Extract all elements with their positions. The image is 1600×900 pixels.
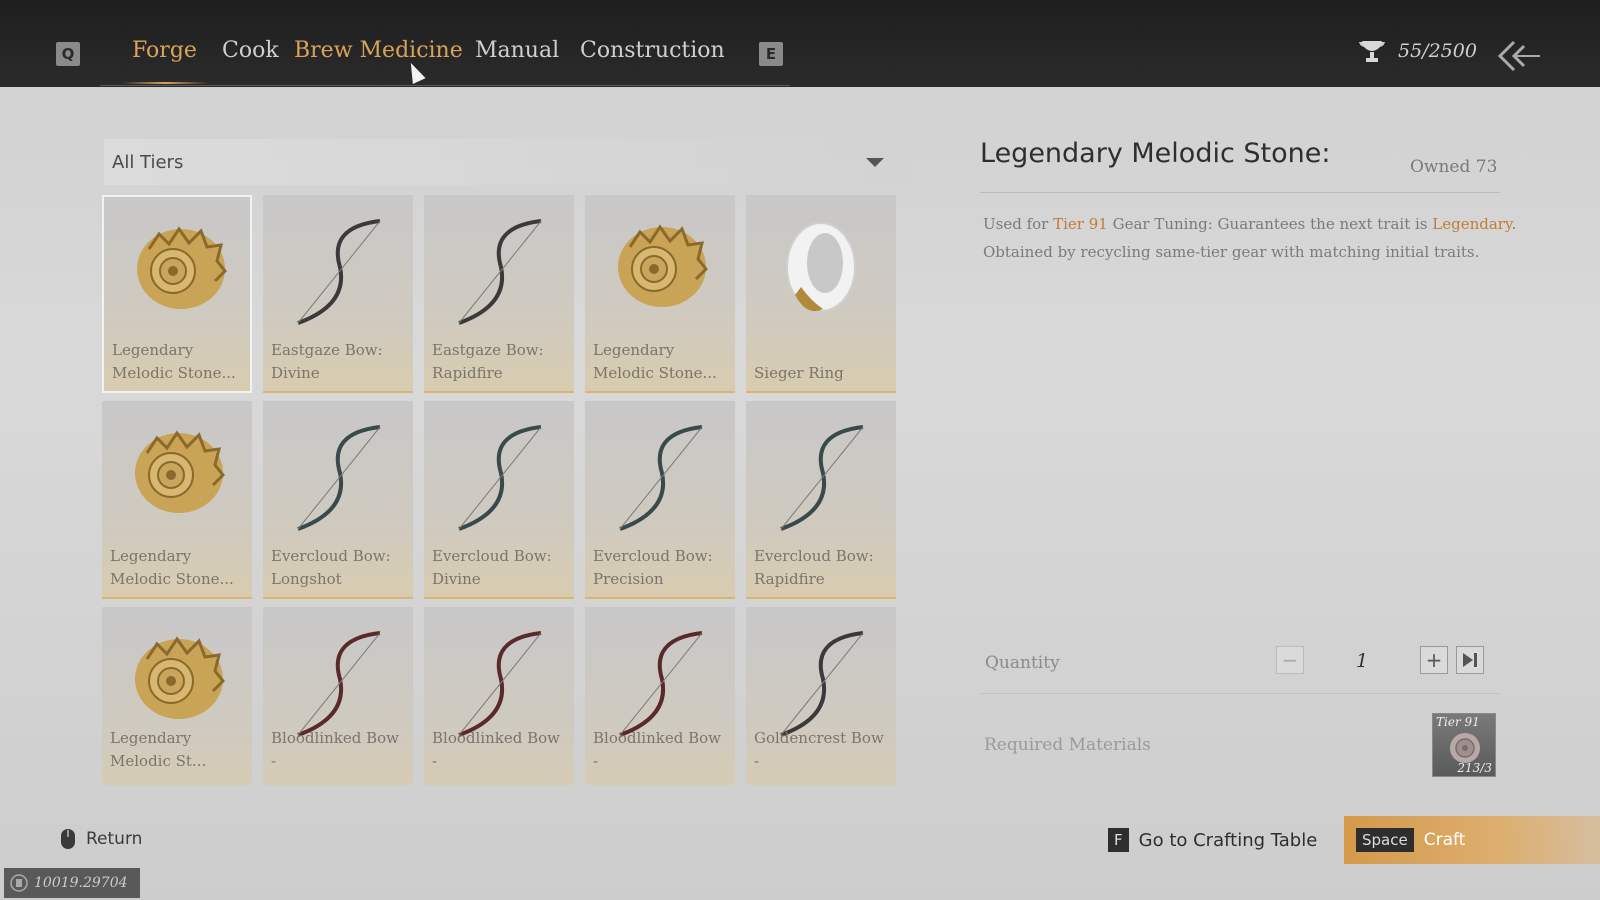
recipe-item[interactable]: Sieger Ring: [746, 195, 896, 393]
recipe-item-label: Evercloud Bow: Divine: [432, 547, 552, 588]
tier-filter-value: All Tiers: [112, 151, 184, 173]
recipe-item-label: Legendary Melodic Stone...: [593, 341, 717, 382]
goto-key: F: [1108, 828, 1129, 852]
recipe-item-label: Bloodlinked Bow -: [271, 729, 399, 770]
material-slot[interactable]: Tier 91 213/3: [1432, 713, 1496, 777]
recipe-grid: Legendary Melodic Stone... Eastgaze Bow:…: [102, 195, 914, 785]
recipe-item-label: Legendary Melodic Stone...: [112, 341, 236, 382]
next-tab-key[interactable]: E: [759, 42, 783, 66]
return-label: Return: [86, 829, 143, 849]
tab-forge[interactable]: Forge: [132, 38, 197, 63]
recipe-item-label: Bloodlinked Bow -: [593, 729, 721, 770]
quantity-divider: [980, 693, 1500, 694]
recipe-item-label: Bloodlinked Bow -: [432, 729, 560, 770]
bow-icon: [619, 631, 703, 737]
double-chevron-left-icon[interactable]: [1496, 40, 1542, 72]
bow-icon: [297, 219, 381, 325]
item-detail-title: Legendary Melodic Stone:: [980, 138, 1331, 169]
trophy-icon: [1359, 41, 1385, 62]
bow-icon: [619, 425, 703, 531]
ring-icon: [786, 222, 856, 312]
recipe-item[interactable]: Eastgaze Bow: Rapidfire: [424, 195, 574, 393]
shell-icon: [137, 226, 228, 309]
go-to-crafting-table-button[interactable]: F Go to Crafting Table: [1108, 828, 1317, 852]
tab-manual[interactable]: Manual: [475, 38, 559, 63]
tab-brew-medicine[interactable]: Brew Medicine: [294, 38, 463, 63]
recipe-item[interactable]: Legendary Melodic Stone...: [102, 401, 252, 599]
recipe-item-label: Evercloud Bow: Rapidfire: [754, 547, 874, 588]
recipe-item[interactable]: Legendary Melodic Stone...: [102, 195, 252, 393]
bow-icon: [297, 631, 381, 737]
recipe-item[interactable]: Legendary Melodic Stone...: [585, 195, 735, 393]
recipe-item[interactable]: Evercloud Bow: Divine: [424, 401, 574, 599]
recipe-item[interactable]: Evercloud Bow: Precision: [585, 401, 735, 599]
required-materials-label: Required Materials: [984, 735, 1151, 755]
goto-label: Go to Crafting Table: [1138, 829, 1318, 851]
recipe-item[interactable]: Evercloud Bow: Longshot: [263, 401, 413, 599]
quantity-label: Quantity: [985, 653, 1060, 673]
craft-key: Space: [1356, 828, 1414, 852]
return-button[interactable]: Return: [60, 828, 142, 850]
recipe-item-label: Legendary Melodic Stone...: [110, 547, 234, 588]
uid-badge: 10019.29704: [4, 868, 140, 898]
recipe-item-label: Eastgaze Bow: Rapidfire: [432, 341, 544, 382]
shell-icon: [618, 224, 709, 307]
bow-icon: [458, 631, 542, 737]
recipe-item-label: Goldencrest Bow -: [754, 729, 884, 770]
recipe-item-label: Eastgaze Bow: Divine: [271, 341, 383, 382]
recipe-item-label: Evercloud Bow: Precision: [593, 547, 713, 588]
recipe-item-label: Sieger Ring: [754, 364, 844, 382]
quantity-field[interactable]: 1: [1317, 646, 1407, 676]
bow-icon: [458, 425, 542, 531]
recipe-item[interactable]: Bloodlinked Bow -: [585, 607, 735, 785]
recipe-item[interactable]: Bloodlinked Bow -: [424, 607, 574, 785]
tier-filter-dropdown[interactable]: All Tiers: [104, 139, 912, 185]
bow-icon: [780, 631, 864, 737]
craft-button[interactable]: Space Craft: [1344, 816, 1600, 864]
recipe-item-label: Legendary Melodic St...: [110, 729, 207, 770]
desc-text: .: [1511, 215, 1517, 233]
uid-icon: [10, 874, 28, 892]
currency-display: 55/2500: [1358, 38, 1477, 64]
recipe-item[interactable]: Bloodlinked Bow -: [263, 607, 413, 785]
skip-to-end-icon: [1463, 653, 1477, 667]
uid-value: 10019.29704: [34, 875, 128, 891]
recipe-item-label: Evercloud Bow: Longshot: [271, 547, 391, 588]
bow-icon: [297, 425, 381, 531]
desc-text: Gear Tuning: Guarantees the next trait i…: [1107, 215, 1433, 233]
quantity-increase-button[interactable]: +: [1420, 646, 1448, 674]
chevron-down-icon: [866, 158, 884, 167]
bow-icon: [780, 425, 864, 531]
bow-icon: [458, 219, 542, 325]
tab-construction[interactable]: Construction: [580, 38, 725, 63]
tab-cook[interactable]: Cook: [222, 38, 279, 63]
recipe-item[interactable]: Eastgaze Bow: Divine: [263, 195, 413, 393]
desc-tier: Tier 91: [1053, 215, 1108, 233]
owned-count: Owned 73: [1410, 157, 1498, 177]
shell-icon: [135, 636, 226, 719]
desc-rarity: Legendary: [1432, 215, 1512, 233]
material-count: 213/3: [1457, 761, 1492, 775]
recipe-item[interactable]: Legendary Melodic St...: [102, 607, 252, 785]
quantity-decrease-button[interactable]: −: [1276, 646, 1304, 674]
top-nav-bar: Q Forge Cook Brew Medicine Manual Constr…: [0, 0, 1600, 87]
craft-label: Craft: [1423, 830, 1466, 850]
material-tier: Tier 91: [1436, 715, 1480, 729]
mouse-icon: [61, 829, 75, 849]
desc-text: Used for: [983, 215, 1054, 233]
recipe-item[interactable]: Evercloud Bow: Rapidfire: [746, 401, 896, 599]
shell-icon: [135, 430, 226, 513]
active-tab-indicator: [122, 82, 208, 84]
tabs-divider: [100, 85, 790, 86]
currency-value: 55/2500: [1398, 40, 1477, 62]
recipe-item[interactable]: Goldencrest Bow -: [746, 607, 896, 785]
quantity-max-button[interactable]: [1456, 646, 1484, 674]
prev-tab-key[interactable]: Q: [56, 42, 80, 66]
item-description: Used for Tier 91 Gear Tuning: Guarantees…: [983, 210, 1523, 266]
desc-text: Obtained by recycling same-tier gear wit…: [983, 243, 1480, 261]
detail-divider: [980, 192, 1500, 193]
